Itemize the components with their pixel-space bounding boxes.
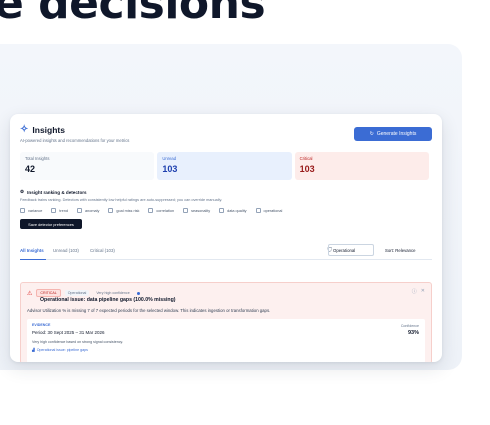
close-icon[interactable]: ✕	[421, 288, 425, 295]
ranking-description: Feedback trains ranking. Detectors with …	[20, 198, 223, 202]
generate-insights-button[interactable]: ↻ Generate Insights	[354, 127, 432, 141]
ranking-section: ⚙ Insight ranking & detectors Feedback t…	[20, 189, 429, 229]
evidence-label: EVIDENCE	[32, 323, 51, 327]
refresh-icon: ↻	[369, 131, 374, 137]
insights-card: ✧ Insights AI-powered insights and recom…	[10, 114, 442, 362]
sliders-icon: ⚙	[20, 189, 25, 194]
save-detector-preferences-button[interactable]: Save detector preferences	[20, 219, 82, 229]
detector-checkbox[interactable]: data quality	[219, 208, 247, 213]
stats-row: Total Insights 42 Unread 103 Critical 10…	[20, 152, 429, 180]
confidence-badge: Very high confidence	[96, 291, 130, 295]
hero-heading: e decisions	[0, 0, 266, 29]
active-tab-indicator	[20, 258, 46, 260]
detector-checkbox[interactable]: seasonality	[183, 208, 210, 213]
stat-total[interactable]: Total Insights 42	[20, 152, 155, 180]
detector-checkbox[interactable]: correlation	[148, 208, 174, 213]
insight-description: Advisor Utilization % is missing 7 of 7 …	[27, 308, 271, 313]
sort-select[interactable]: Sort: Relevance	[380, 244, 436, 256]
insights-header: ✧ Insights AI-powered insights and recom…	[20, 124, 129, 143]
detector-checkbox[interactable]: goal miss risk	[108, 208, 139, 213]
detector-checkbox[interactable]: anomaly	[77, 208, 99, 213]
ranking-title: Insight ranking & detectors	[27, 189, 87, 195]
chart-icon: ▟	[32, 348, 35, 352]
evidence-note: Very high confidence based on strong sig…	[32, 340, 124, 344]
detector-checkbox[interactable]: operational	[255, 208, 282, 213]
confidence-value: 93%	[407, 330, 419, 336]
stat-unread[interactable]: Unread 103	[157, 152, 292, 180]
category-badge: Operational	[64, 290, 90, 296]
detector-checkbox[interactable]: trend	[51, 208, 68, 213]
evidence-period: Period: 30 Sept 2025 – 31 Mar 2026	[32, 330, 105, 335]
detector-checkbox[interactable]: variance	[20, 208, 42, 213]
confidence-label: Confidence	[400, 324, 419, 328]
stat-critical[interactable]: Critical 103	[294, 152, 429, 180]
insight-title: Operational issue: data pipeline gaps (1…	[40, 297, 176, 303]
insight-tabs: All Insights Unread (103) Critical (103)…	[20, 244, 432, 260]
insight-card[interactable]: ⚠ CRITICAL Operational Very high confide…	[20, 282, 432, 362]
severity-badge: CRITICAL	[36, 289, 61, 297]
evidence-panel: EVIDENCE Period: 30 Sept 2025 – 31 Mar 2…	[27, 319, 425, 362]
tab-unread[interactable]: Unread (103)	[53, 248, 79, 253]
page-title: Insights	[32, 124, 65, 135]
evidence-tag: ▟ Operational issue: pipeline gaps	[32, 348, 88, 352]
detector-checkboxes: variance trend anomaly goal miss risk co…	[20, 208, 429, 213]
unread-dot	[136, 291, 140, 295]
page-subtitle: AI-powered insights and recommendations …	[20, 138, 130, 143]
tab-all-insights[interactable]: All Insights	[20, 248, 44, 253]
category-select[interactable]: Operational	[328, 244, 374, 256]
sparkle-icon: ✧	[20, 124, 29, 135]
tab-critical[interactable]: Critical (103)	[90, 248, 115, 253]
info-icon[interactable]: ⓘ	[412, 288, 417, 295]
warning-icon: ⚠	[27, 290, 33, 297]
